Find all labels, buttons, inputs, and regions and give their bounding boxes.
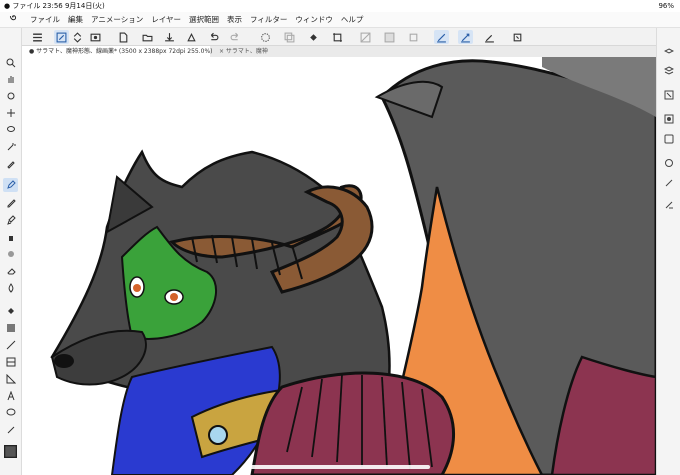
status-battery: 96% [658, 2, 674, 10]
frame-icon[interactable] [3, 355, 18, 369]
blend-icon[interactable] [3, 281, 18, 295]
lasso-icon[interactable] [3, 123, 18, 137]
fill-selection-icon[interactable] [306, 30, 321, 44]
brush-size-icon[interactable] [662, 176, 676, 189]
quick-access-icon[interactable] [510, 30, 525, 44]
tab-other-document[interactable]: × サラマト、魔神 [214, 46, 274, 57]
decoration-icon[interactable] [3, 247, 18, 261]
drawing-canvas[interactable] [22, 57, 656, 475]
airbrush-icon[interactable] [3, 230, 18, 244]
magic-wand-icon[interactable] [3, 140, 18, 154]
layer-property-icon[interactable] [662, 46, 676, 59]
snap-ruler-icon[interactable] [434, 30, 449, 44]
artwork-illustration [50, 57, 656, 475]
brush-icon[interactable] [3, 213, 18, 227]
open-folder-icon[interactable] [140, 30, 155, 44]
ruler-icon[interactable] [3, 372, 18, 386]
correction-icon[interactable] [3, 423, 18, 437]
menu-file[interactable]: ファイル [26, 14, 64, 25]
menu-view[interactable]: 表示 [223, 14, 246, 25]
zoom-icon[interactable] [3, 56, 18, 70]
balloon-icon[interactable] [3, 406, 18, 420]
menu-edit[interactable]: 編集 [64, 14, 87, 25]
move-icon[interactable] [3, 106, 18, 120]
pencil-icon[interactable] [3, 196, 18, 210]
edit-layer-icon[interactable] [54, 30, 69, 44]
layer-icon[interactable] [662, 64, 676, 77]
text-icon[interactable] [3, 389, 18, 403]
tab-active-document[interactable]: ● サラマト、魔神形態、線画薬* (3500 x 2388px 72dpi 25… [24, 46, 213, 57]
reference-layer-icon[interactable] [88, 30, 103, 44]
stepper-icon[interactable] [70, 30, 85, 44]
color-swatch-icon[interactable] [3, 442, 18, 460]
app-logo-icon[interactable]: ৩ [0, 11, 26, 28]
crop-icon[interactable] [330, 30, 345, 44]
gradient-icon[interactable] [3, 321, 18, 335]
menu-selection[interactable]: 選択範囲 [185, 14, 223, 25]
fill-icon[interactable] [3, 304, 18, 318]
eraser-icon[interactable] [3, 264, 18, 278]
snap-special-ruler-icon[interactable] [458, 30, 473, 44]
eyedropper-icon[interactable] [3, 157, 18, 171]
menu-layer[interactable]: レイヤー [147, 14, 185, 25]
redo-icon[interactable] [228, 30, 243, 44]
save-icon[interactable] [162, 30, 177, 44]
export-icon[interactable] [184, 30, 199, 44]
line-icon[interactable] [3, 338, 18, 352]
color-wheel-icon[interactable] [662, 198, 676, 211]
status-bar: ● ファイル 23:56 9月14日(火) 96% [0, 0, 680, 12]
new-file-icon[interactable] [116, 30, 131, 44]
rotate-icon[interactable] [3, 89, 18, 103]
loading-icon[interactable] [258, 30, 273, 44]
right-panel [656, 28, 680, 475]
home-indicator [250, 465, 430, 469]
navigator-icon[interactable] [662, 88, 676, 101]
expand-selection-icon[interactable] [406, 30, 421, 44]
material-icon[interactable] [662, 132, 676, 145]
invert-selection-icon[interactable] [382, 30, 397, 44]
hamburger-menu-icon[interactable] [30, 30, 45, 44]
deselect-icon[interactable] [358, 30, 373, 44]
undo-icon[interactable] [206, 30, 221, 44]
pen-icon[interactable] [3, 178, 18, 192]
left-toolbar [0, 28, 22, 475]
hand-icon[interactable] [3, 72, 18, 86]
menu-help[interactable]: ヘルプ [337, 14, 368, 25]
menu-bar: ৩ ファイル 編集 アニメーション レイヤー 選択範囲 表示 フィルター ウィン… [0, 12, 680, 28]
menu-window[interactable]: ウィンドウ [291, 14, 337, 25]
copy-icon[interactable] [282, 30, 297, 44]
menu-filter[interactable]: フィルター [246, 14, 291, 25]
snap-grid-icon[interactable] [482, 30, 497, 44]
tool-property-icon[interactable] [662, 156, 676, 169]
menu-animation[interactable]: アニメーション [87, 14, 147, 25]
command-bar [0, 28, 680, 46]
document-tab-bar: ● サラマト、魔神形態、線画薬* (3500 x 2388px 72dpi 25… [24, 46, 656, 57]
sub-view-icon[interactable] [662, 112, 676, 125]
